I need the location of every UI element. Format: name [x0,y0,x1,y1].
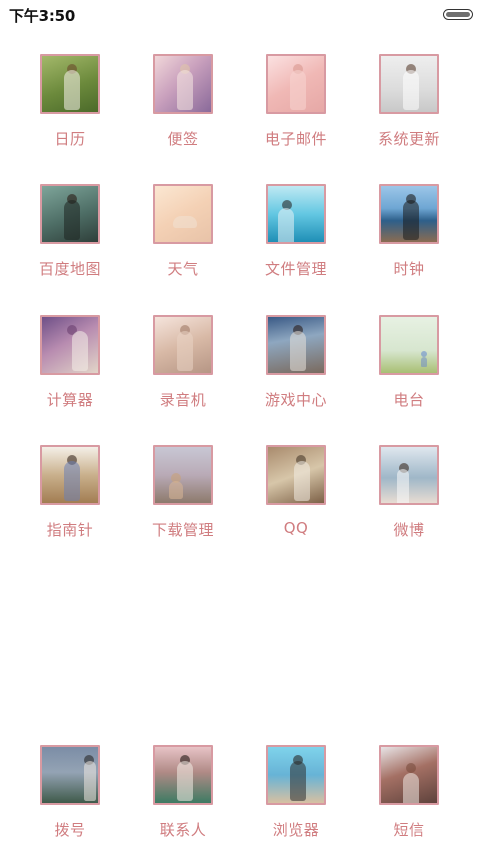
compass-icon [40,445,100,505]
dock-sms[interactable]: 短信 [359,745,459,855]
clock-icon [379,184,439,244]
app-label: 游戏中心 [264,391,327,409]
app-notes[interactable]: 便签 [133,54,233,164]
app-radio[interactable]: 电台 [359,315,459,425]
app-download-manager[interactable]: 下载管理 [133,445,233,555]
system-update-icon [379,54,439,114]
app-email[interactable]: 电子邮件 [246,54,346,164]
browser-icon [266,745,326,805]
app-label: 短信 [393,821,425,839]
calculator-icon [40,315,100,375]
app-file-manager[interactable]: 文件管理 [246,184,346,294]
app-label: 电台 [393,391,425,409]
battery-icon [443,9,473,20]
app-label: 拨号 [54,821,86,839]
app-qq[interactable]: QQ [246,445,346,555]
dock-contacts[interactable]: 联系人 [133,745,233,855]
app-label: 下载管理 [151,521,214,539]
app-game-center[interactable]: 游戏中心 [246,315,346,425]
app-baidu-map[interactable]: 百度地图 [20,184,120,294]
baidu-map-icon [40,184,100,244]
weather-icon [153,184,213,244]
calendar-icon [40,54,100,114]
email-icon [266,54,326,114]
dock-dialer[interactable]: 拨号 [20,745,120,855]
app-clock[interactable]: 时钟 [359,184,459,294]
status-bar: 下午3:50 [0,0,480,28]
app-weather[interactable]: 天气 [133,184,233,294]
app-label: 联系人 [159,821,207,839]
app-recorder[interactable]: 录音机 [133,315,233,425]
app-label: 系统更新 [377,130,440,148]
app-system-update[interactable]: 系统更新 [359,54,459,164]
game-center-icon [266,315,326,375]
notes-icon [153,54,213,114]
app-label: 录音机 [159,391,207,409]
app-label: 时钟 [393,260,425,278]
recorder-icon [153,315,213,375]
sms-icon [379,745,439,805]
app-calculator[interactable]: 计算器 [20,315,120,425]
contacts-icon [153,745,213,805]
status-time: 下午3:50 [9,7,76,25]
app-label: 日历 [54,130,86,148]
app-compass[interactable]: 指南针 [20,445,120,555]
app-weibo[interactable]: 微博 [359,445,459,555]
app-label: 指南针 [46,521,94,539]
app-label: 便签 [167,130,199,148]
app-label: 微博 [393,521,425,539]
file-manager-icon [266,184,326,244]
app-label: 文件管理 [264,260,327,278]
radio-icon [379,315,439,375]
app-label: QQ [283,519,309,537]
app-label: 浏览器 [272,821,320,839]
qq-icon [266,445,326,505]
weibo-icon [379,445,439,505]
app-label: 电子邮件 [264,130,327,148]
app-label: 天气 [167,260,199,278]
app-calendar[interactable]: 日历 [20,54,120,164]
app-label: 计算器 [46,391,94,409]
download-manager-icon [153,445,213,505]
app-label: 百度地图 [38,260,101,278]
dock-browser[interactable]: 浏览器 [246,745,346,855]
dialer-icon [40,745,100,805]
